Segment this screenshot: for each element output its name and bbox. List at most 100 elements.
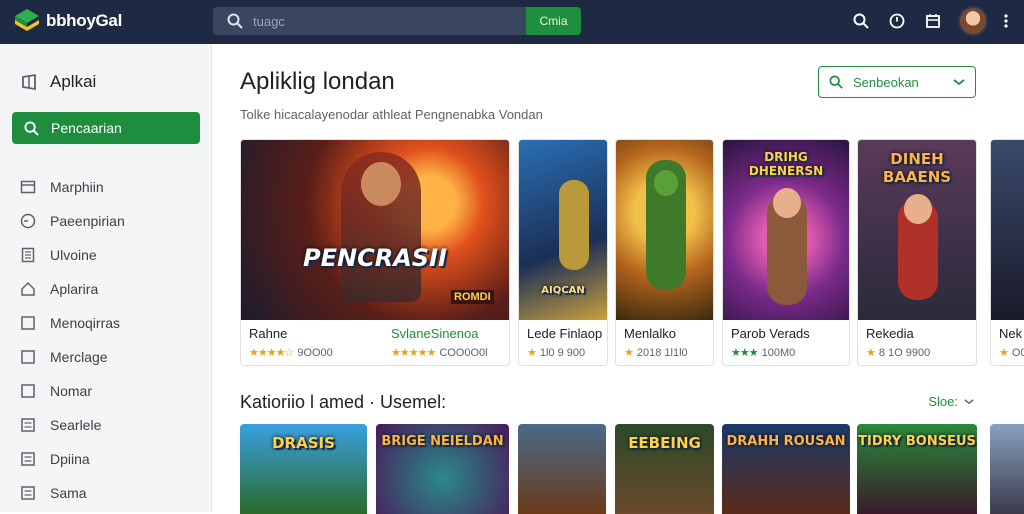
- card-meta-value: O0O0: [1011, 347, 1024, 359]
- card-title: Menlalko: [624, 326, 677, 341]
- avatar[interactable]: [958, 6, 988, 36]
- square-icon: [21, 316, 35, 330]
- app-tile[interactable]: DRASIS: [240, 424, 367, 514]
- search-input[interactable]: [253, 13, 493, 29]
- sidebar-item[interactable]: Marphiin: [20, 170, 200, 204]
- sidebar-item-label: Menoqirras: [50, 315, 121, 331]
- sort-dropdown[interactable]: Senbeokan: [818, 66, 976, 98]
- card-title: Rekedia: [866, 326, 914, 341]
- app-tile-text: TIDRY BONSEUS: [858, 434, 976, 449]
- rating-stars: ★★★★☆: [249, 347, 294, 359]
- page-title: Apliklig londan: [240, 68, 395, 95]
- card-meta: ★ 8 1O 9900: [866, 346, 930, 359]
- list-icon: [21, 452, 35, 466]
- main-content: Apliklig londan Tolke hicacalayenodar at…: [212, 44, 1024, 514]
- app-tile-text: DRASIS: [272, 434, 335, 452]
- featured-badge: ROMDI: [451, 290, 494, 304]
- calendar-icon[interactable]: [922, 10, 944, 32]
- sidebar-item[interactable]: Searlele: [20, 408, 200, 442]
- card-meta-value: 8 1O 9900: [878, 347, 931, 359]
- rating-stars: ★★★: [731, 347, 759, 359]
- sidebar-item-label: Marphiin: [50, 179, 104, 195]
- square-icon: [21, 350, 35, 364]
- see-all-link[interactable]: Sloe:: [928, 394, 974, 409]
- card-title: Parob Verads: [731, 326, 810, 341]
- sidebar-item[interactable]: Aplarira: [20, 272, 200, 306]
- app-tile[interactable]: DRAHH ROUSAN: [722, 424, 850, 514]
- top-actions: [850, 6, 1010, 36]
- sidebar: Aplkai Pencaarian Marphiin Paeenpirian U…: [0, 44, 212, 512]
- card-meta-value: 100M0: [761, 347, 796, 359]
- chevron-down-icon: [953, 79, 965, 86]
- card-meta-value: 1l0 9 900: [539, 347, 586, 359]
- card-meta-value: 9OO00: [297, 347, 333, 359]
- list-icon: [21, 418, 35, 432]
- card-meta: ★★★★☆ 9OO00: [249, 346, 333, 359]
- search-icon: [24, 120, 39, 136]
- sidebar-item-label: Pencaarian: [51, 120, 122, 136]
- sidebar-item[interactable]: Merclage: [20, 340, 200, 374]
- chevron-down-icon: [964, 399, 974, 405]
- search-icon: [829, 75, 843, 89]
- sidebar-item[interactable]: Ulvoine: [20, 238, 200, 272]
- app-artwork-text: DRIHG DHENERSN: [748, 150, 824, 178]
- featured-banner-text: PENCRASII: [303, 244, 447, 272]
- rating-stars: ★: [624, 347, 634, 359]
- list-icon: [21, 486, 35, 500]
- sidebar-item[interactable]: Menoqirras: [20, 306, 200, 340]
- sidebar-item-active[interactable]: Pencaarian: [12, 112, 200, 144]
- card-meta: ★O0O0: [999, 346, 1024, 359]
- search-icon[interactable]: [850, 10, 872, 32]
- rating-stars: ★: [527, 347, 537, 359]
- app-logo[interactable]: bbhoyGal: [14, 8, 122, 34]
- search-button[interactable]: Cmia: [526, 7, 581, 35]
- search-box[interactable]: [213, 7, 526, 35]
- clock-icon[interactable]: [886, 10, 908, 32]
- home-icon: [21, 281, 35, 296]
- sidebar-item[interactable]: Dpiina: [20, 442, 200, 476]
- app-tile[interactable]: BRIGE NEIELDAN: [376, 424, 509, 514]
- logo-icon: [15, 9, 39, 31]
- app-card[interactable]: Menlalko ★ 2018 1l1l0: [615, 139, 714, 366]
- app-card[interactable]: Nek ★O0O0: [990, 139, 1024, 366]
- app-artwork: AIQCAN: [519, 140, 607, 320]
- app-tile[interactable]: [990, 424, 1024, 514]
- sidebar-heading[interactable]: Aplkai: [20, 72, 96, 92]
- app-tile[interactable]: EEBEING: [615, 424, 714, 514]
- more-vertical-icon[interactable]: [1002, 10, 1010, 32]
- search-icon: [227, 13, 243, 29]
- app-artwork: [616, 140, 713, 320]
- logo-text: bbhoyGal: [46, 11, 122, 30]
- sidebar-item[interactable]: Nomar: [20, 374, 200, 408]
- card-meta: ★ 2018 1l1l0: [624, 346, 688, 359]
- rating-stars: ★: [866, 347, 876, 359]
- see-all-label: Sloe:: [928, 394, 958, 409]
- page-subtitle: Tolke hicacalayenodar athleat Pengnenabk…: [240, 107, 543, 122]
- card-title: Nek: [999, 326, 1023, 341]
- app-artwork-text: DINEH BAAENS: [882, 150, 952, 186]
- sidebar-item-label: Dpiina: [50, 451, 90, 467]
- card-meta: ★ 1l0 9 900: [527, 346, 585, 359]
- app-tile[interactable]: TIDRY BONSEUS: [857, 424, 977, 514]
- app-card[interactable]: AIQCAN Lede Finlaop ★ 1l0 9 900: [518, 139, 608, 366]
- app-tile[interactable]: [518, 424, 606, 514]
- document-icon: [21, 247, 35, 263]
- sidebar-item-label: Sama: [50, 485, 87, 501]
- sidebar-list: Marphiin Paeenpirian Ulvoine Aplarira Me…: [20, 170, 200, 510]
- app-card[interactable]: DINEH BAAENS Rekedia ★ 8 1O 9900: [857, 139, 977, 366]
- app-card[interactable]: DRIHG DHENERSN Parob Verads ★★★ 100M0: [722, 139, 850, 366]
- top-bar: bbhoyGal Cmia: [0, 0, 1024, 44]
- featured-card[interactable]: PENCRASII ROMDI Rahne ★★★★☆ 9OO00 SvlaneS…: [240, 139, 510, 366]
- clock-icon: [20, 213, 36, 229]
- sidebar-item-label: Merclage: [50, 349, 108, 365]
- apps-icon: [22, 73, 36, 91]
- app-tile-text: BRIGE NEIELDAN: [381, 434, 504, 449]
- sidebar-item[interactable]: Paeenpirian: [20, 204, 200, 238]
- sidebar-item-label: Aplarira: [50, 281, 99, 297]
- sidebar-item[interactable]: Sama: [20, 476, 200, 510]
- card-meta: ★★★ 100M0: [731, 346, 795, 359]
- sidebar-item-label: Paeenpirian: [50, 213, 125, 229]
- app-artwork: [991, 140, 1024, 320]
- app-tile-text: EEBEING: [628, 434, 701, 452]
- sidebar-item-label: Ulvoine: [50, 247, 97, 263]
